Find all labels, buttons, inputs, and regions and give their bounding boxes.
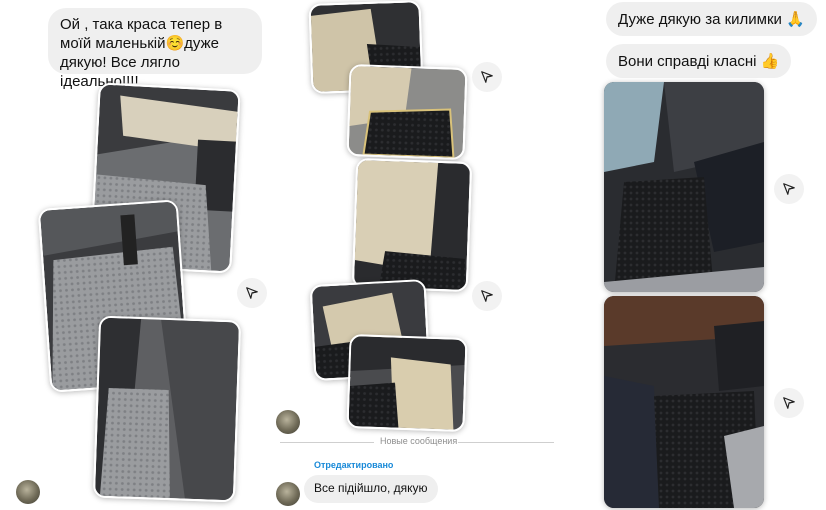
car-interior-photo[interactable]: [92, 315, 242, 503]
share-icon: [245, 286, 259, 300]
avatar[interactable]: [276, 410, 300, 434]
new-messages-divider: Новые сообщения: [380, 436, 458, 446]
share-button[interactable]: [774, 174, 804, 204]
share-icon: [782, 396, 796, 410]
share-button[interactable]: [237, 278, 267, 308]
avatar[interactable]: [276, 482, 300, 506]
share-icon: [782, 182, 796, 196]
message-bubble: Ой , така краса тепер в моїй маленькій☺️…: [48, 8, 262, 90]
message-text: Вони справді класні 👍: [618, 53, 780, 70]
message-bubble: Вони справді класні 👍: [606, 44, 792, 78]
car-interior-photo[interactable]: [346, 63, 468, 161]
divider-line-right: [458, 442, 554, 443]
car-interior-photo[interactable]: [346, 333, 468, 433]
car-interior-photo[interactable]: [604, 82, 764, 292]
middle-chat-panel: Новые сообщения Отредактировано Все піді…: [276, 0, 576, 510]
car-interior-photo[interactable]: [351, 158, 473, 292]
divider-line-left: [280, 442, 374, 443]
message-bubble: Дуже дякую за килимки 🙏: [606, 2, 817, 36]
message-text: Дуже дякую за килимки 🙏: [618, 11, 805, 28]
edited-label: Отредактировано: [314, 460, 394, 470]
message-bubble: Все підійшло, дякую: [304, 475, 438, 503]
avatar[interactable]: [16, 480, 40, 504]
share-button[interactable]: [472, 62, 502, 92]
share-button[interactable]: [774, 388, 804, 418]
left-chat-panel: Ой , така краса тепер в моїй маленькій☺️…: [0, 0, 270, 510]
right-chat-panel: Дуже дякую за килимки 🙏 Вони справді кла…: [596, 0, 826, 510]
message-text: Все підійшло, дякую: [314, 481, 428, 495]
message-text: Ой , така краса тепер в моїй маленькій☺️…: [60, 16, 223, 90]
car-interior-photo[interactable]: [604, 296, 764, 508]
share-icon: [480, 70, 494, 84]
share-button[interactable]: [472, 281, 502, 311]
share-icon: [480, 289, 494, 303]
